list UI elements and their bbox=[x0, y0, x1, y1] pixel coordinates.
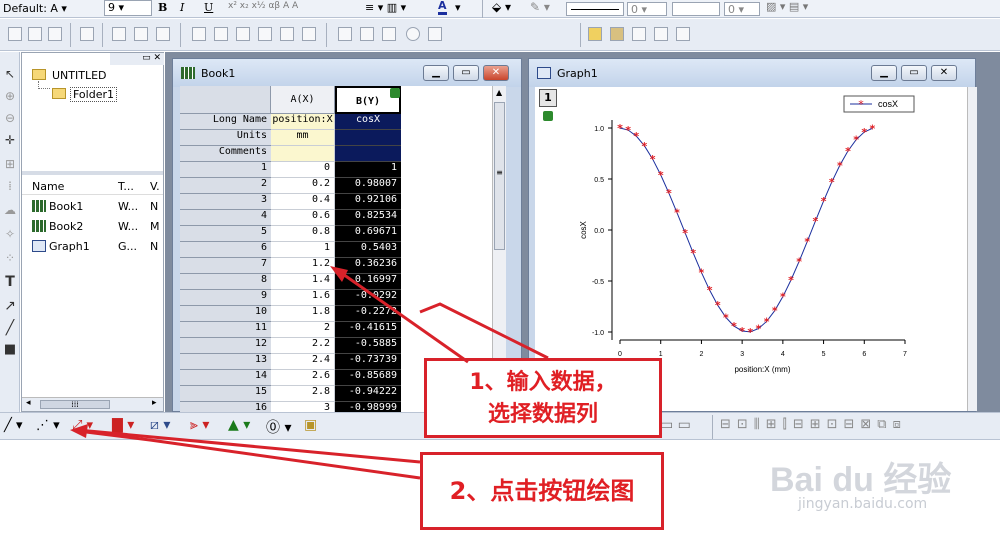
arrow-to-column-2 bbox=[419, 302, 549, 360]
baidu-watermark: Bai du 经验 bbox=[770, 461, 952, 499]
arrow-to-column bbox=[339, 270, 469, 364]
arrow-to-button-2 bbox=[85, 430, 421, 480]
watermark-url: jingyan.baidu.com bbox=[798, 496, 928, 512]
arrowhead-2 bbox=[70, 424, 88, 438]
arrowhead-1 bbox=[330, 266, 348, 282]
arrow-to-button bbox=[77, 428, 421, 464]
